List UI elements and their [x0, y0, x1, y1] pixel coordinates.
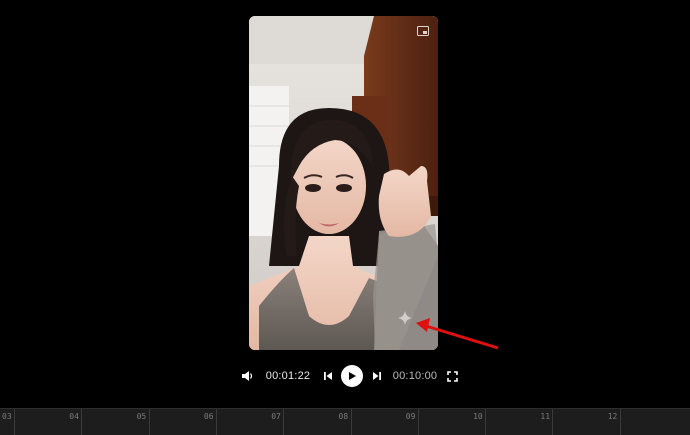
volume-icon	[241, 371, 252, 381]
skip-forward-icon	[373, 372, 381, 380]
timeline-tick	[283, 409, 285, 435]
skip-forward-button[interactable]	[369, 364, 385, 388]
video-preview[interactable]	[249, 16, 438, 350]
timeline-tick	[148, 409, 150, 435]
skip-back-button[interactable]	[320, 364, 336, 388]
timeline-tick-label: 06	[203, 412, 214, 421]
timeline-tick-label: 12	[607, 412, 618, 421]
timeline-tick	[215, 409, 217, 435]
timeline-tick	[619, 409, 621, 435]
timeline-tick	[552, 409, 554, 435]
timeline-ruler[interactable]: 03 04 05 06 07 08 09 10 11 12	[0, 408, 690, 435]
timeline-tick-label: 03	[2, 412, 12, 421]
current-time: 00:01:22	[265, 370, 311, 382]
play-button-circle	[341, 365, 363, 387]
timeline-tick-label: 04	[69, 412, 79, 421]
playback-controls: 00:01:22 00:10:00	[0, 364, 690, 388]
timeline-tick	[14, 409, 15, 435]
timeline-tick-label: 11	[540, 412, 551, 421]
fullscreen-icon	[446, 370, 458, 382]
volume-button[interactable]	[238, 364, 256, 388]
play-button[interactable]	[340, 364, 364, 388]
timeline-tick-label: 07	[271, 412, 281, 421]
timeline-tick	[417, 409, 419, 435]
skip-back-icon	[324, 372, 332, 380]
total-time: 00:10:00	[392, 370, 438, 382]
picture-in-picture-icon[interactable]	[417, 26, 429, 36]
timeline-tick	[350, 409, 352, 435]
annotation-arrow	[416, 318, 499, 350]
timeline-tick	[81, 409, 83, 435]
timeline-tick-label: 08	[338, 412, 349, 421]
timeline-tick-label: 05	[136, 412, 147, 421]
timeline-tick	[485, 409, 487, 435]
play-icon	[349, 372, 356, 380]
timeline-tick-label: 10	[473, 412, 483, 421]
timeline-tick-label: 09	[405, 412, 416, 421]
fullscreen-button[interactable]	[444, 364, 460, 388]
video-frame-image	[249, 16, 438, 350]
